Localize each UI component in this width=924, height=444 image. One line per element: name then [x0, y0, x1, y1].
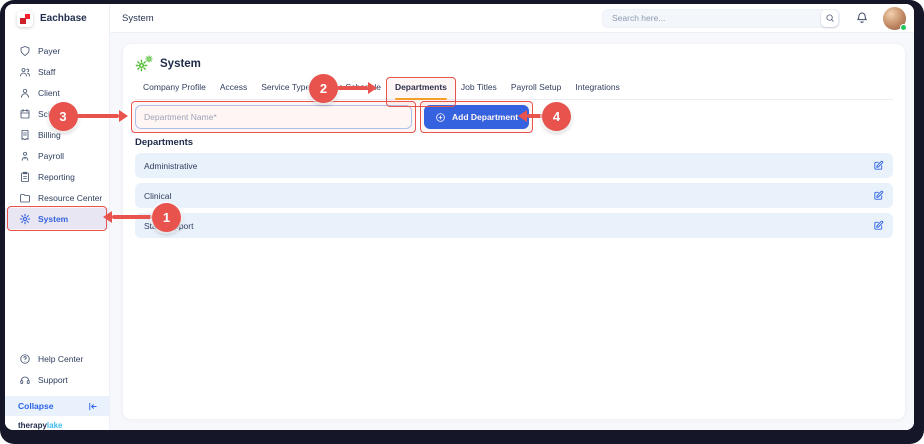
sidebar-item-payroll[interactable]: Payroll — [5, 145, 109, 166]
page-title: System — [122, 12, 154, 24]
sidebar-item-label: Support — [38, 374, 68, 385]
add-department-button[interactable]: Add Department — [424, 105, 530, 129]
brand-part-lake: lake — [46, 421, 63, 430]
sidebar-item-label: Staff — [38, 66, 56, 77]
logo-text: Eachbase — [40, 13, 87, 24]
collapse-icon — [87, 401, 98, 412]
shield-icon — [19, 45, 31, 57]
edit-icon[interactable] — [873, 160, 884, 171]
tab-bar: Company Profile Access Service Types Fee… — [135, 72, 893, 107]
tab-label: Departments — [394, 82, 447, 92]
department-name: Clinical — [144, 190, 172, 201]
plus-circle-icon — [435, 112, 446, 123]
add-department-label: Add Department — [452, 112, 519, 122]
collapse-label: Collapse — [18, 401, 54, 411]
department-name: Staff Support — [144, 220, 194, 231]
sidebar-item-support[interactable]: Support — [5, 369, 109, 390]
search-bar — [602, 8, 840, 28]
team-icon — [19, 66, 31, 78]
sidebar-item-resource-center[interactable]: Resource Center — [5, 187, 109, 208]
tab-integrations[interactable]: Integrations — [575, 82, 619, 99]
department-name: Administrative — [144, 160, 198, 171]
therapylake-logo: therapylake — [5, 416, 109, 430]
sidebar-item-label: Help Center — [38, 353, 84, 364]
tab-job-titles[interactable]: Job Titles — [461, 82, 497, 99]
folder-icon — [19, 192, 31, 204]
sidebar-item-system[interactable]: System — [5, 206, 109, 231]
gear-icon — [19, 213, 31, 225]
department-name-input[interactable] — [135, 105, 412, 129]
sidebar-item-label: Payer — [38, 45, 61, 56]
sidebar: Eachbase Payer Staff Client Schedule Bil… — [5, 4, 110, 430]
sidebar-item-staff[interactable]: Staff — [5, 61, 109, 82]
brand-part-therapy: therapy — [18, 421, 47, 430]
sidebar-item-label: Billing — [38, 129, 61, 140]
receipt-icon — [19, 129, 31, 141]
sidebar-item-reporting[interactable]: Reporting — [5, 166, 109, 187]
avatar[interactable] — [883, 6, 907, 31]
tab-fee-schedule[interactable]: Fee Schedule — [328, 82, 380, 99]
card-title: System — [160, 58, 201, 70]
sidebar-footer-nav: Help Center Support — [5, 341, 109, 390]
calendar-icon — [19, 108, 31, 120]
collapse-button[interactable]: Collapse — [5, 396, 109, 416]
headset-icon — [19, 374, 31, 386]
department-row[interactable]: Clinical — [135, 183, 893, 208]
edit-icon[interactable] — [873, 190, 884, 201]
app: Eachbase Payer Staff Client Schedule Bil… — [5, 4, 914, 430]
card-header: System — [135, 55, 893, 72]
search-input[interactable] — [603, 12, 821, 24]
department-row[interactable]: Staff Support — [135, 213, 893, 238]
notifications-bell-icon[interactable] — [855, 11, 869, 25]
person-icon — [19, 87, 31, 99]
eachbase-logo-icon — [17, 10, 33, 27]
window-frame: Eachbase Payer Staff Client Schedule Bil… — [0, 0, 924, 444]
add-department-form: Add Department — [131, 101, 893, 133]
sidebar-item-label: Client — [38, 87, 60, 98]
topbar: System — [110, 4, 914, 33]
sidebar-item-label: Schedule — [38, 108, 74, 119]
sidebar-item-label: System — [38, 213, 69, 224]
system-gears-icon — [135, 55, 153, 72]
clipboard-icon — [19, 171, 31, 183]
department-row[interactable]: Administrative — [135, 153, 893, 178]
sidebar-item-billing[interactable]: Billing — [5, 124, 109, 145]
help-icon — [19, 353, 31, 365]
tab-access[interactable]: Access — [220, 82, 247, 99]
edit-icon[interactable] — [873, 220, 884, 231]
tab-payroll-setup[interactable]: Payroll Setup — [511, 82, 562, 99]
sidebar-item-schedule[interactable]: Schedule — [5, 103, 109, 124]
search-icon[interactable] — [821, 9, 838, 27]
system-card: System Company Profile Access Service Ty… — [122, 43, 906, 420]
logo: Eachbase — [5, 4, 109, 33]
departments-list-title: Departments — [135, 137, 194, 148]
sidebar-item-label: Payroll — [38, 150, 64, 161]
sidebar-item-client[interactable]: Client — [5, 82, 109, 103]
sidebar-item-payer[interactable]: Payer — [5, 40, 109, 61]
sidebar-nav: Payer Staff Client Schedule Billing Payr… — [5, 33, 109, 231]
main-area: System Company Profile Access Service Ty… — [110, 33, 914, 430]
online-status-dot — [900, 23, 907, 31]
payroll-icon — [19, 150, 31, 162]
sidebar-item-label: Resource Center — [38, 192, 103, 203]
tab-company-profile[interactable]: Company Profile — [143, 82, 206, 99]
tab-service-types[interactable]: Service Types — [261, 82, 314, 99]
tab-departments[interactable]: Departments — [385, 77, 456, 107]
sidebar-item-label: Reporting — [38, 171, 75, 182]
sidebar-item-help-center[interactable]: Help Center — [5, 348, 109, 369]
